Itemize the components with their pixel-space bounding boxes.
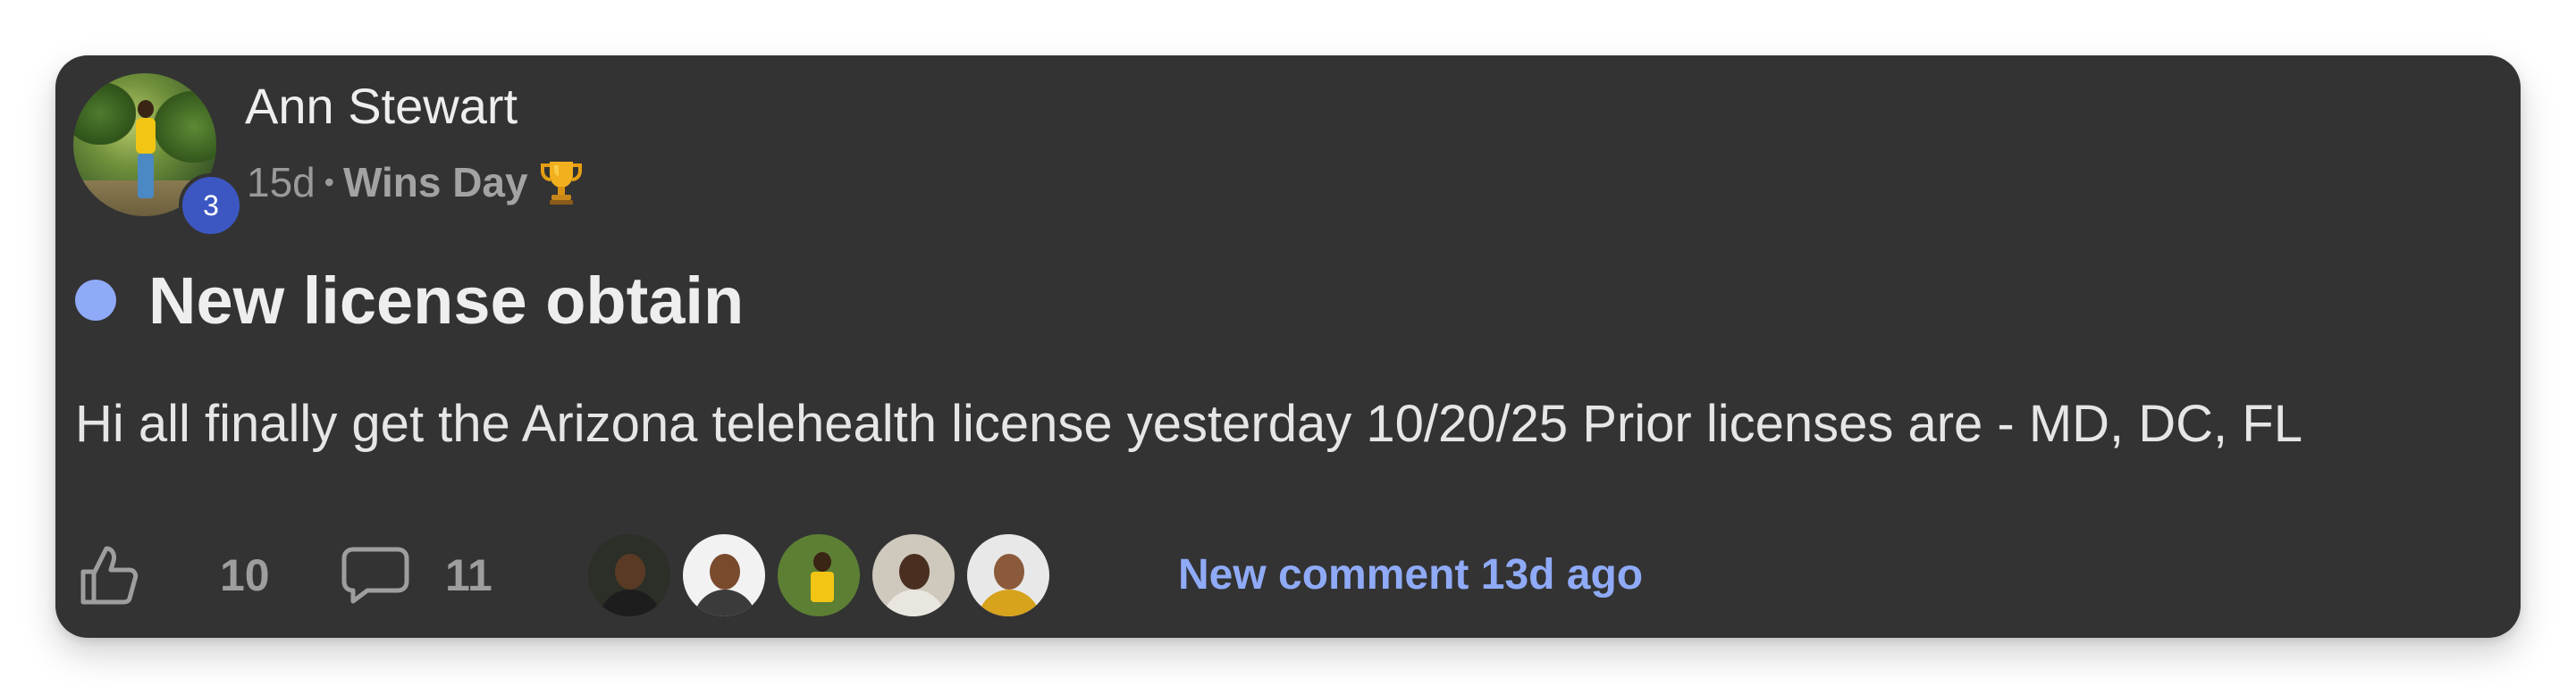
comment-bubble-icon [341,547,409,604]
meta-separator: • [324,165,334,198]
unread-indicator [75,280,116,321]
new-comment-link[interactable]: New comment 13d ago [1178,548,1643,602]
post-title-row[interactable]: New license obtain [73,263,744,338]
post-card[interactable]: 3 Ann Stewart 15d • Wins Day New license… [55,55,2521,638]
author-name[interactable]: Ann Stewart [245,77,518,136]
post-category[interactable]: Wins Day [343,158,528,206]
like-count: 10 [220,550,270,600]
trophy-icon [540,162,582,205]
commenter-avatar[interactable] [869,531,958,620]
author-avatar-wrapper[interactable]: 3 [73,73,243,238]
level-badge: 3 [179,173,243,238]
commenter-avatar[interactable] [679,531,769,620]
post-body[interactable]: Hi all finally get the Arizona telehealt… [75,395,2302,454]
post-footer: 10 11 New comment 13d ago [77,531,2490,620]
commenter-avatar[interactable] [964,531,1053,620]
comment-count: 11 [445,550,492,600]
commenter-avatar[interactable] [774,531,863,620]
comment-button[interactable] [340,543,411,607]
thumbs-up-icon [80,546,139,605]
commenter-avatar[interactable] [585,531,674,620]
post-title[interactable]: New license obtain [148,263,744,339]
post-meta: 15d • Wins Day [247,155,584,209]
post-age: 15d [247,159,316,205]
like-button[interactable] [77,541,141,609]
